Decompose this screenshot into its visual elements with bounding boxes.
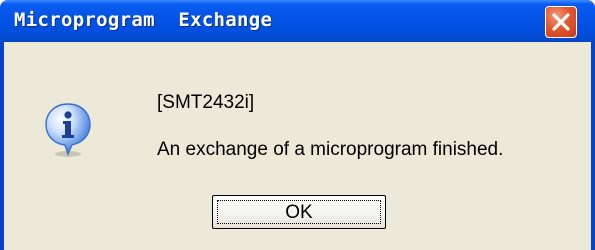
window-frame-right: [591, 42, 595, 250]
title-bar-highlight: [0, 0, 595, 4]
close-button[interactable]: [545, 6, 577, 38]
dialog-window: Microprogram Exchange [SMT2432i] An exch…: [0, 0, 595, 250]
dialog-title: Microprogram Exchange: [14, 9, 273, 31]
title-bar[interactable]: Microprogram Exchange: [0, 0, 595, 42]
close-icon: [552, 13, 570, 31]
dialog-body: [SMT2432i] An exchange of a microprogram…: [4, 42, 591, 250]
device-label: [SMT2432i]: [157, 92, 255, 113]
information-icon: [45, 103, 91, 157]
ok-button[interactable]: OK: [212, 195, 386, 229]
ok-button-label: OK: [285, 201, 313, 223]
dialog-message: An exchange of a microprogram finished.: [157, 139, 504, 160]
focus-rectangle: OK: [217, 200, 381, 224]
